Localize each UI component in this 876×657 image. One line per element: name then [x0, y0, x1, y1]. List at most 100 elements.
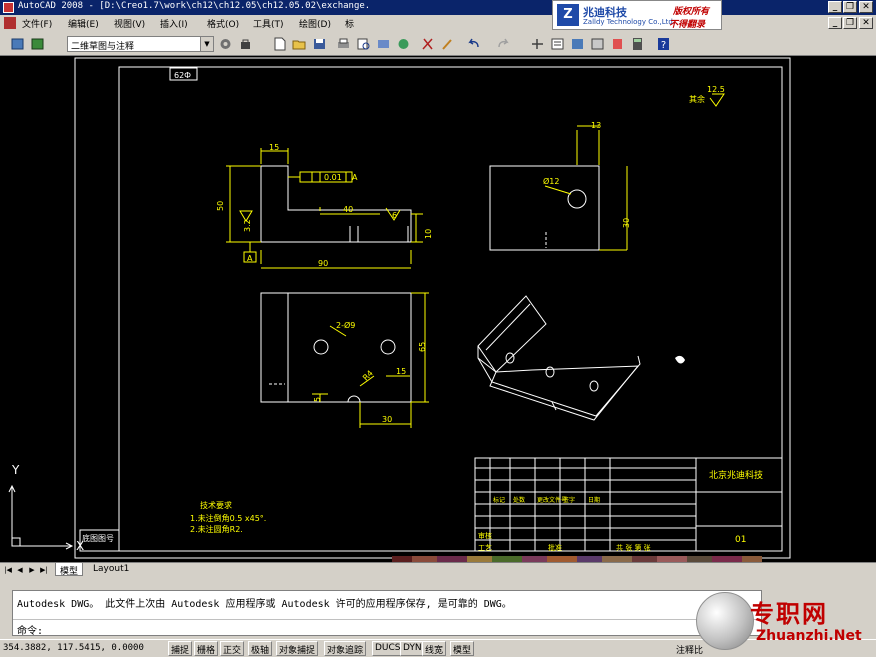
header-sign: 签字	[563, 496, 575, 504]
new-file-icon[interactable]	[272, 37, 287, 51]
prev-tab-icon[interactable]: ◀	[15, 565, 25, 575]
drawing-frame	[118, 66, 783, 552]
otrack-toggle[interactable]: 对象追踪	[324, 641, 367, 656]
help-icon[interactable]: ?	[656, 37, 671, 51]
roughness-other-value: 12.5	[707, 85, 725, 94]
roughness-other-label: 其余	[689, 94, 705, 104]
command-area: Autodesk DWG。 此文件上次由 Autodesk 应用程序或 Auto…	[12, 590, 762, 637]
menu-edit[interactable]: 编辑(E)	[68, 17, 99, 30]
menu-dimension[interactable]: 标	[345, 17, 354, 30]
sheet-info: 共 张 第 张	[616, 543, 651, 552]
menu-format[interactable]: 格式(O)	[207, 17, 239, 30]
open-folder-icon[interactable]	[292, 37, 307, 51]
dim-65: 65	[418, 342, 427, 352]
dim-10: 10	[424, 229, 433, 239]
properties-icon[interactable]	[550, 37, 565, 51]
tool-palettes-icon[interactable]	[590, 37, 605, 51]
corner-tag: 62Ф	[174, 71, 191, 80]
gear-icon[interactable]	[218, 37, 233, 51]
paper-border	[74, 57, 791, 559]
header-count: 处数	[513, 496, 525, 504]
next-tab-icon[interactable]: ▶	[27, 565, 37, 575]
globe-icon	[696, 592, 754, 650]
menu-draw[interactable]: 绘图(D)	[299, 17, 331, 30]
first-tab-icon[interactable]: |◀	[3, 565, 13, 575]
dim-r4: R4	[361, 369, 375, 383]
coordinates-readout[interactable]: 354.3882, 117.5415, 0.0000	[3, 643, 144, 653]
roughness-symbol	[709, 93, 725, 107]
document-icon[interactable]	[4, 17, 16, 29]
dim-dia12: Ø12	[543, 176, 559, 186]
menu-tools[interactable]: 工具(T)	[253, 17, 284, 30]
chevron-down-icon[interactable]: ▼	[200, 37, 213, 51]
lineweight-toggle[interactable]: 线宽	[422, 641, 447, 656]
publish-icon[interactable]	[376, 37, 391, 51]
last-tab-icon[interactable]: ▶|	[39, 565, 49, 575]
autocad-window: AutoCAD 2008 - [D:\Creo1.7\work\ch12\ch1…	[0, 0, 876, 657]
layout-tabs-bar: |◀ ◀ ▶ ▶| 模型 Layout1	[0, 562, 876, 577]
title-bar: AutoCAD 2008 - [D:\Creo1.7\work\ch12\ch1…	[0, 0, 876, 15]
top-view	[260, 292, 412, 403]
workspace-lock-icon[interactable]	[238, 37, 253, 51]
doc-restore-button[interactable]: ❐	[843, 17, 857, 29]
header-date: 日期	[588, 496, 600, 504]
osnap-toggle[interactable]: 对象捕捉	[276, 641, 319, 656]
snap-toggle[interactable]: 捕捉	[168, 641, 193, 656]
close-button[interactable]: ✕	[859, 1, 873, 13]
workspace-settings-icon[interactable]	[10, 37, 25, 51]
cursor-orbit-icon	[675, 355, 685, 364]
workspace-save-icon[interactable]	[30, 37, 45, 51]
polar-toggle[interactable]: 极轴	[248, 641, 273, 656]
menu-file[interactable]: 文件(F)	[22, 17, 52, 30]
web-publish-icon[interactable]	[396, 37, 411, 51]
tab-model[interactable]: 模型	[55, 563, 84, 577]
dim-30a: 30	[622, 218, 631, 228]
tab-layout1[interactable]: Layout1	[89, 563, 133, 576]
menu-view[interactable]: 视图(V)	[114, 17, 145, 30]
workspace-value: 二维草图与注释	[71, 42, 135, 52]
grid-toggle[interactable]: 栅格	[194, 641, 219, 656]
design-center-icon[interactable]	[570, 37, 585, 51]
model-toggle[interactable]: 模型	[450, 641, 475, 656]
redo-icon[interactable]	[496, 37, 511, 51]
menu-insert[interactable]: 插入(I)	[160, 17, 188, 30]
dyn-toggle[interactable]: DYN	[400, 641, 425, 656]
minimize-button[interactable]: _	[828, 1, 842, 13]
drawing-canvas[interactable]: 底图图号 62Ф 其余 12.5 15 50 40 6 10 90 3.2 A …	[0, 56, 876, 588]
autocad-app-icon[interactable]	[3, 2, 14, 13]
undo-icon[interactable]	[466, 37, 481, 51]
tolerance-datum: A	[352, 173, 358, 182]
dim-50: 50	[216, 201, 225, 211]
toolbar: 二维草图与注释 ▼ ?	[0, 32, 876, 56]
pan-icon[interactable]	[530, 37, 545, 51]
dim-holes: 2-Ø9	[336, 320, 355, 330]
command-prompt[interactable]: 命令:	[17, 622, 43, 637]
isometric-view	[477, 295, 641, 421]
sheet-number: 01	[735, 535, 746, 545]
plot-preview-icon[interactable]	[356, 37, 371, 51]
print-icon[interactable]	[336, 37, 351, 51]
roughness-3-2: 3.2	[243, 219, 252, 232]
save-icon[interactable]	[312, 37, 327, 51]
match-properties-icon[interactable]	[440, 37, 455, 51]
side-view-dims	[544, 125, 628, 251]
copyright-line-1: 版权所有	[673, 7, 710, 17]
dim-40: 40	[343, 205, 353, 214]
sheet-set-icon[interactable]	[610, 37, 625, 51]
watermark-text: 专职网	[750, 599, 828, 628]
ducs-toggle[interactable]: DUCS	[372, 641, 404, 656]
zalldy-logo-mark: Z	[557, 4, 579, 26]
cut-icon[interactable]	[420, 37, 435, 51]
doc-close-button[interactable]: ✕	[859, 17, 873, 29]
command-history: Autodesk DWG。 此文件上次由 Autodesk 应用程序或 Auto…	[17, 599, 512, 610]
ortho-toggle[interactable]: 正交	[220, 641, 245, 656]
command-separator	[13, 619, 761, 620]
calculator-icon[interactable]	[630, 37, 645, 51]
dim-13: 13	[591, 121, 601, 130]
tolerance-value: 0.01	[324, 173, 342, 182]
doc-minimize-button[interactable]: _	[828, 17, 842, 29]
workspace-select[interactable]: 二维草图与注释 ▼	[67, 36, 214, 52]
header-mark: 标记	[493, 496, 505, 504]
dim-30b: 30	[382, 415, 392, 424]
restore-button[interactable]: ❐	[843, 1, 857, 13]
